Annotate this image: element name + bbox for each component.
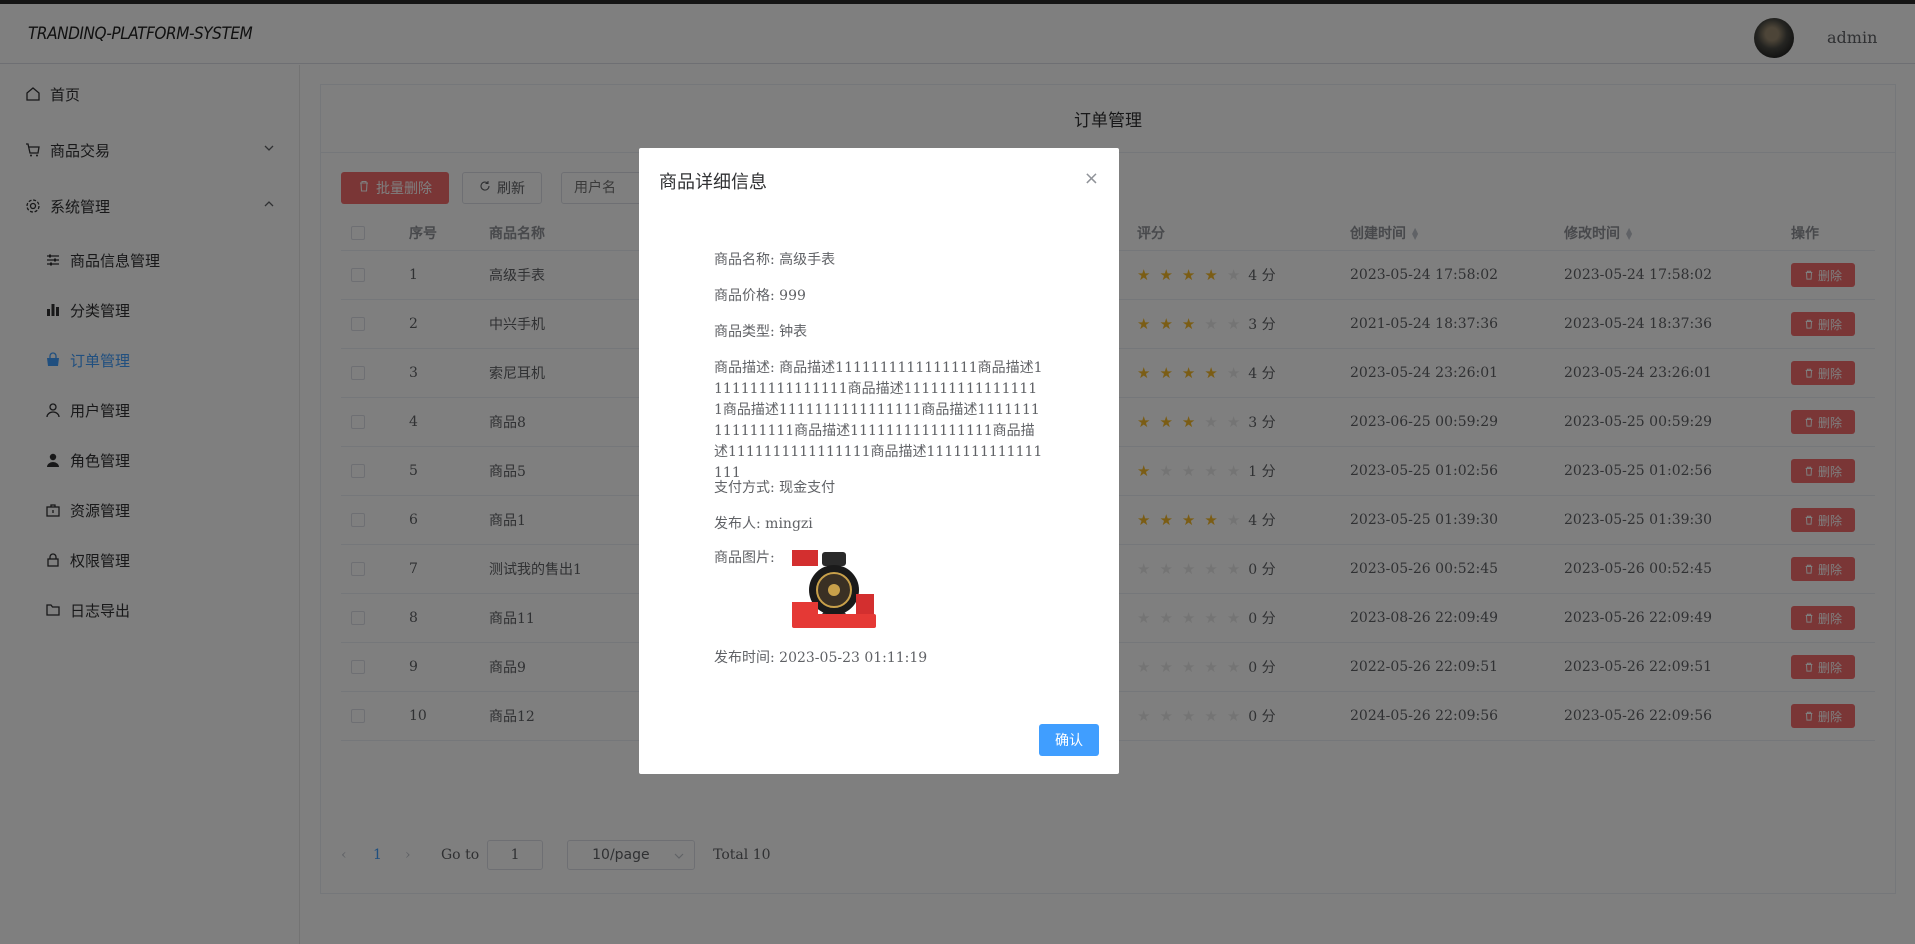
product-image-label: 商品图片:	[714, 550, 775, 566]
product-detail-dialog: 商品详细信息 × 商品名称: 高级手表 商品价格: 999 商品类型: 钟表 商…	[639, 148, 1119, 774]
product-name-field: 商品名称: 高级手表	[714, 252, 836, 268]
publisher-field: 发布人: mingzi	[714, 516, 813, 532]
publish-time-field: 发布时间: 2023-05-23 01:11:19	[714, 650, 928, 666]
product-desc-field: 商品描述: 商品描述1111111111111111商品描述1111111111…	[714, 360, 1043, 481]
payment-method-field: 支付方式: 现金支付	[714, 480, 836, 496]
confirm-button[interactable]: 确认	[1039, 724, 1099, 756]
product-price-field: 商品价格: 999	[714, 288, 806, 304]
product-image	[792, 550, 876, 630]
close-icon[interactable]: ×	[1084, 168, 1099, 189]
product-type-field: 商品类型: 钟表	[714, 324, 808, 340]
dialog-title: 商品详细信息	[659, 172, 767, 193]
